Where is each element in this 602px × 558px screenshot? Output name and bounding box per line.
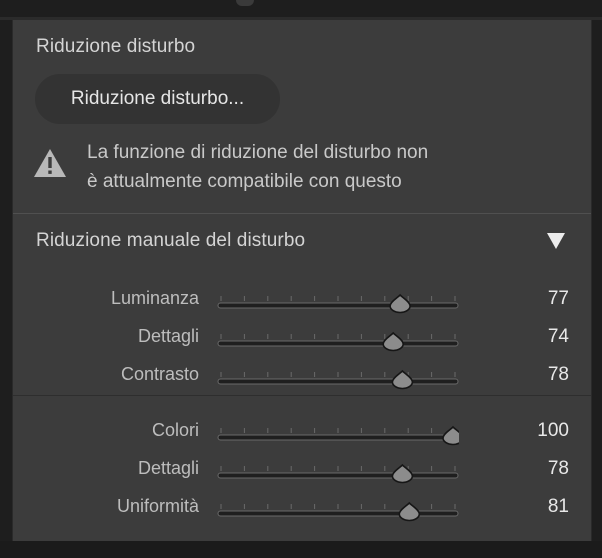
warning-icon <box>34 149 66 177</box>
slider-groove <box>217 434 459 441</box>
slider-value: 78 <box>547 458 569 479</box>
slider-thumb <box>389 293 411 314</box>
slider-track[interactable] <box>217 330 459 352</box>
slider-label: Contrasto <box>120 364 199 384</box>
top-panel-edge <box>236 0 254 6</box>
slider-row-color_group-1: Dettagli 78 <box>13 454 591 484</box>
slider-value: 74 <box>547 326 569 347</box>
slider-groove <box>217 378 459 385</box>
slider-row-luminance_group-2: Contrasto 78 <box>13 360 591 390</box>
slider-groove <box>217 340 459 347</box>
slider-group-divider <box>13 395 591 396</box>
slider-track[interactable] <box>217 292 459 314</box>
slider-value: 81 <box>547 496 569 517</box>
slider-value: 100 <box>537 420 569 441</box>
slider-thumb <box>391 369 414 390</box>
noise-reduction-button[interactable]: Riduzione disturbo... <box>35 74 280 124</box>
slider-label: Colori <box>151 420 199 440</box>
manual-noise-reduction-title: Riduzione manuale del disturbo <box>36 230 306 251</box>
slider-row-color_group-0: Colori 100 <box>13 416 591 446</box>
bottom-edge <box>0 541 602 558</box>
triangle-down-icon[interactable] <box>546 232 566 250</box>
slider-label: Uniformità <box>116 496 199 516</box>
warning-text-line-2: è attualmente compatibile con questo <box>87 171 402 192</box>
slider-track[interactable] <box>217 424 459 446</box>
slider-thumb <box>391 463 414 484</box>
slider-value: 77 <box>547 288 569 309</box>
slider-thumb <box>398 501 421 522</box>
slider-thumb <box>442 425 459 446</box>
slider-row-luminance_group-0: Luminanza 77 <box>13 284 591 314</box>
warning-text-line-1: La funzione di riduzione del disturbo no… <box>87 142 429 163</box>
slider-value: 78 <box>547 364 569 385</box>
slider-label: Dettagli <box>137 326 199 346</box>
noise-reduction-panel: Riduzione disturbo Riduzione disturbo...… <box>12 20 592 541</box>
slider-track[interactable] <box>217 462 459 484</box>
app-frame: Riduzione disturbo Riduzione disturbo...… <box>0 0 602 558</box>
slider-row-color_group-2: Uniformità 81 <box>13 492 591 522</box>
slider-row-luminance_group-1: Dettagli 74 <box>13 322 591 352</box>
slider-groove <box>217 510 459 517</box>
slider-thumb <box>382 331 405 352</box>
slider-track[interactable] <box>217 500 459 522</box>
slider-label: Luminanza <box>110 288 199 308</box>
slider-groove <box>217 472 459 479</box>
noise-reduction-title: Riduzione disturbo <box>36 36 196 57</box>
slider-track[interactable] <box>217 368 459 390</box>
slider-groove <box>217 302 459 309</box>
slider-label: Dettagli <box>137 458 199 478</box>
section-divider <box>13 213 591 214</box>
